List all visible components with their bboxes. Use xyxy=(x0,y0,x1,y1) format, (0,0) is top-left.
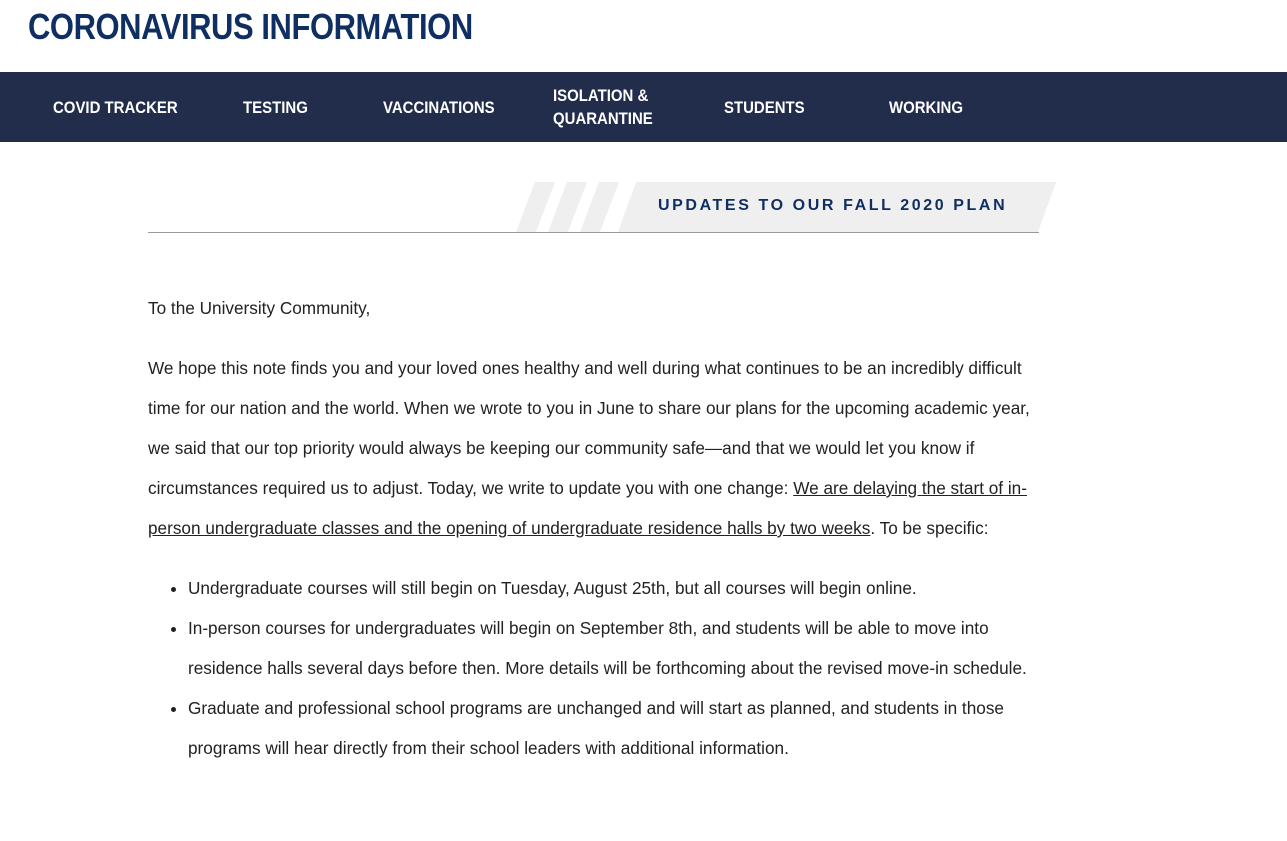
section-banner: UPDATES TO OUR FALL 2020 PLAN xyxy=(148,182,1058,234)
list-item: Graduate and professional school program… xyxy=(188,688,1048,768)
nav-students[interactable]: STUDENTS xyxy=(724,72,816,142)
letter-salutation: To the University Community, xyxy=(148,298,371,318)
nav-testing[interactable]: TESTING xyxy=(243,72,317,142)
nav-vaccinations[interactable]: VACCINATIONS xyxy=(383,72,510,142)
nav-working-label: WORKING xyxy=(889,97,963,117)
nav-covid-tracker-label: COVID TRACKER xyxy=(53,97,178,117)
banner-title: UPDATES TO OUR FALL 2020 PLAN xyxy=(658,197,1008,214)
nav-working[interactable]: WORKING xyxy=(889,72,973,142)
letter-content: To the University Community, We hope thi… xyxy=(148,288,1048,768)
letter-intro-end: . To be specific: xyxy=(870,518,989,538)
list-item: Undergraduate courses will still begin o… xyxy=(188,568,1048,608)
nav-isolation-quarantine-label: ISOLATION & QUARANTINE xyxy=(553,86,653,128)
site-title[interactable]: CORONAVIRUS INFORMATION xyxy=(28,5,473,49)
specifics-list: Undergraduate courses will still begin o… xyxy=(148,568,1048,768)
letter-intro-text: We hope this note finds you and your lov… xyxy=(148,358,1030,498)
list-item: In-person courses for undergraduates wil… xyxy=(188,608,1048,688)
letter-intro-paragraph: We hope this note finds you and your lov… xyxy=(148,348,1048,548)
nav-covid-tracker[interactable]: COVID TRACKER xyxy=(53,72,195,142)
nav-students-label: STUDENTS xyxy=(724,97,805,117)
nav-vaccinations-label: VACCINATIONS xyxy=(383,97,495,117)
nav-isolation-quarantine[interactable]: ISOLATION & QUARANTINE xyxy=(553,72,666,142)
nav-testing-label: TESTING xyxy=(243,97,308,117)
main-navigation: COVID TRACKER TESTING VACCINATIONS ISOLA… xyxy=(0,72,1287,142)
